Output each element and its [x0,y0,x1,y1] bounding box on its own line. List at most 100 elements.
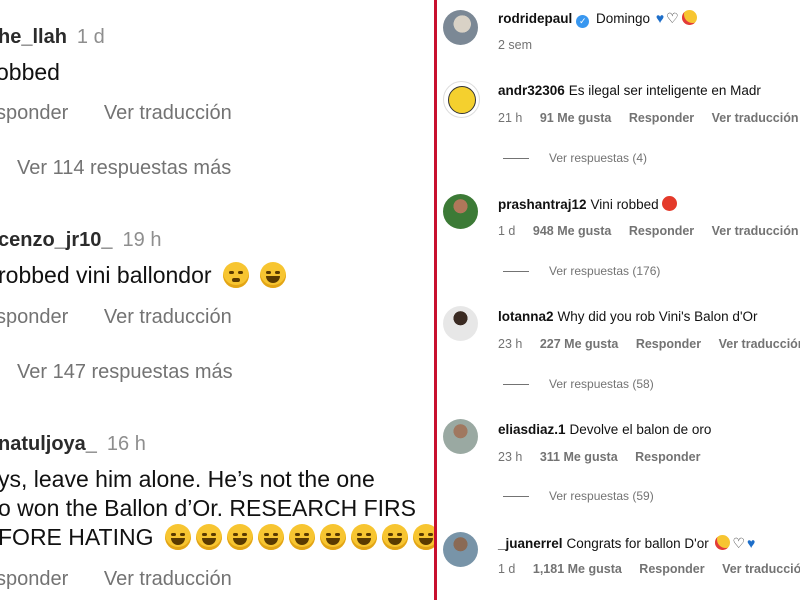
comment-username[interactable]: prashantraj12 [498,197,587,212]
laughing-emoji-row [160,524,434,550]
comment-time: 1 d [76,26,105,48]
comment-text-line: ys, leave him alone. He’s not the one [0,466,375,492]
reply-button[interactable]: Responder [635,450,700,464]
rofl-emoji-icon [226,524,253,550]
white-heart-icon: ♡ [732,535,746,551]
comment-username[interactable]: he_llah 1 d [0,26,105,49]
likes-count[interactable]: 91 Me gusta [540,111,612,125]
comment-text: Devolve el balon de oro [569,422,712,437]
avatar[interactable] [443,81,480,118]
comment-text: Es ilegal ser inteligente en Madr [568,83,761,98]
comment-actions: sponder Ver traducción [0,306,262,329]
comment-line: eliasdiaz.1 Devolve el balon de oro [498,422,711,437]
comment-line: andr32306 Es ilegal ser inteligente en Ma… [498,83,761,98]
view-replies-label[interactable]: Ver respuestas (176) [549,264,660,278]
reply-button[interactable]: sponder [0,102,68,124]
likes-count[interactable]: 227 Me gusta [540,337,619,351]
rofl-emoji-icon [381,524,408,550]
translate-button[interactable]: Ver traducción [104,568,232,590]
comment-line: _juanerrel Congrats for ballon D'or ♡ ♥ [498,535,755,552]
comment-meta: 1 d 948 Me gusta Responder Ver traducció… [498,224,800,238]
comment-text-content: robbed vini ballondor [0,262,212,288]
verified-badge-icon: ✓ [576,15,590,28]
comment-time: 1 d [498,224,516,238]
comment-time: 23 h [498,337,523,351]
avatar[interactable] [443,532,478,567]
comment-time: 19 h [122,229,162,251]
comment-text-line: o won the Ballon d’Or. RESEARCH FIRS [0,495,416,521]
likes-count[interactable]: 1,181 Me gusta [533,562,622,576]
translate-button[interactable]: Ver traducción [712,224,799,238]
rofl-emoji-icon [195,524,222,550]
comment-text: Why did you rob Vini's Balon d'Or [557,309,758,324]
comment-username[interactable]: lotanna2 [498,309,554,324]
rofl-emoji-icon [350,524,377,550]
comment-time: 1 d [498,562,516,576]
translate-button[interactable]: Ver traducción [104,102,232,124]
comment-meta: 23 h 227 Me gusta Responder Ver traducci… [498,337,800,351]
post-username[interactable]: rodridepaul [498,11,572,26]
reply-button[interactable]: Responder [639,562,704,576]
comment-line: prashantraj12 Vini robbed [498,196,677,212]
view-replies-button[interactable]: Ver respuestas (58) [503,377,654,391]
heart-eyes-emoji-icon [681,10,697,25]
comment-line: lotanna2 Why did you rob Vini's Balon d'O… [498,309,758,324]
comments-panel: rodridepaul ✓ Domingo ♥ ♡ 2 sem andr32306 E… [437,0,800,600]
view-replies-button[interactable]: Ver respuestas (59) [503,489,654,503]
post-meta: 2 sem [498,38,546,52]
comment-username[interactable]: _juanerrel [498,536,563,551]
comment-text: Vini robbed [590,197,659,212]
likes-count[interactable]: 311 Me gusta [540,450,618,464]
comment-username[interactable]: natuljoya_ 16 h [0,433,146,456]
view-more-replies-button[interactable]: Ver 114 respuestas más [17,157,231,180]
username-text[interactable]: he_llah [0,26,67,48]
blue-heart-icon: ♥ [747,535,756,551]
avatar[interactable] [443,10,478,45]
reply-button[interactable]: sponder [0,568,68,590]
avatar[interactable] [443,194,478,229]
translate-button[interactable]: Ver traducción [719,337,800,351]
reply-button[interactable]: sponder [0,306,68,328]
rofl-emoji-icon [164,524,191,550]
translate-button[interactable]: Ver traducción [104,306,232,328]
reply-button[interactable]: Responder [629,224,694,238]
dash-line [503,271,529,273]
view-replies-button[interactable]: Ver respuestas (176) [503,264,660,278]
comment-text-content: FORE HATING [0,524,154,550]
zoomed-comments-panel: he_llah 1 d obbed sponder Ver traducción … [0,0,434,600]
comment-meta: 21 h 91 Me gusta Responder Ver traducció… [498,111,800,125]
white-heart-icon: ♡ [666,10,679,26]
translate-button[interactable]: Ver traducción [712,111,799,125]
view-replies-label[interactable]: Ver respuestas (4) [549,151,647,165]
comment-actions: sponder Ver traducción [0,568,262,591]
view-more-replies-button[interactable]: Ver 147 respuestas más [17,361,233,384]
angry-face-emoji-icon [661,196,677,211]
view-replies-label[interactable]: Ver respuestas (58) [549,377,654,391]
comment-username[interactable]: eliasdiaz.1 [498,422,566,437]
avatar[interactable] [443,306,478,341]
comment-text-line: FORE HATING [0,522,434,553]
username-text[interactable]: natuljoya_ [0,433,97,455]
comment-time: 21 h [498,111,523,125]
reply-button[interactable]: Responder [629,111,694,125]
heart-eyes-emoji-icon [715,535,731,550]
caption-text: Domingo [596,11,651,26]
translate-button[interactable]: Ver traducción [722,562,800,576]
laughing-emoji [260,262,287,288]
rofl-emoji-icon [288,524,315,550]
view-replies-label[interactable]: Ver respuestas (59) [549,489,654,503]
blue-heart-icon: ♥ [655,10,665,26]
likes-count[interactable]: 948 Me gusta [533,224,612,238]
avatar[interactable] [443,419,478,454]
reply-button[interactable]: Responder [636,337,701,351]
view-replies-button[interactable]: Ver respuestas (4) [503,151,647,165]
post-time: 2 sem [498,38,533,52]
rofl-emoji-icon [319,524,346,550]
dash-line [503,158,529,160]
comment-meta: 23 h 311 Me gusta Responder [498,450,714,464]
comment-username[interactable]: andr32306 [498,83,565,98]
comment-text: Congrats for ballon D'or [566,536,709,551]
rofl-emoji-icon [412,524,434,550]
username-text[interactable]: cenzo_jr10_ [0,229,113,251]
comment-username[interactable]: cenzo_jr10_ 19 h [0,229,161,252]
